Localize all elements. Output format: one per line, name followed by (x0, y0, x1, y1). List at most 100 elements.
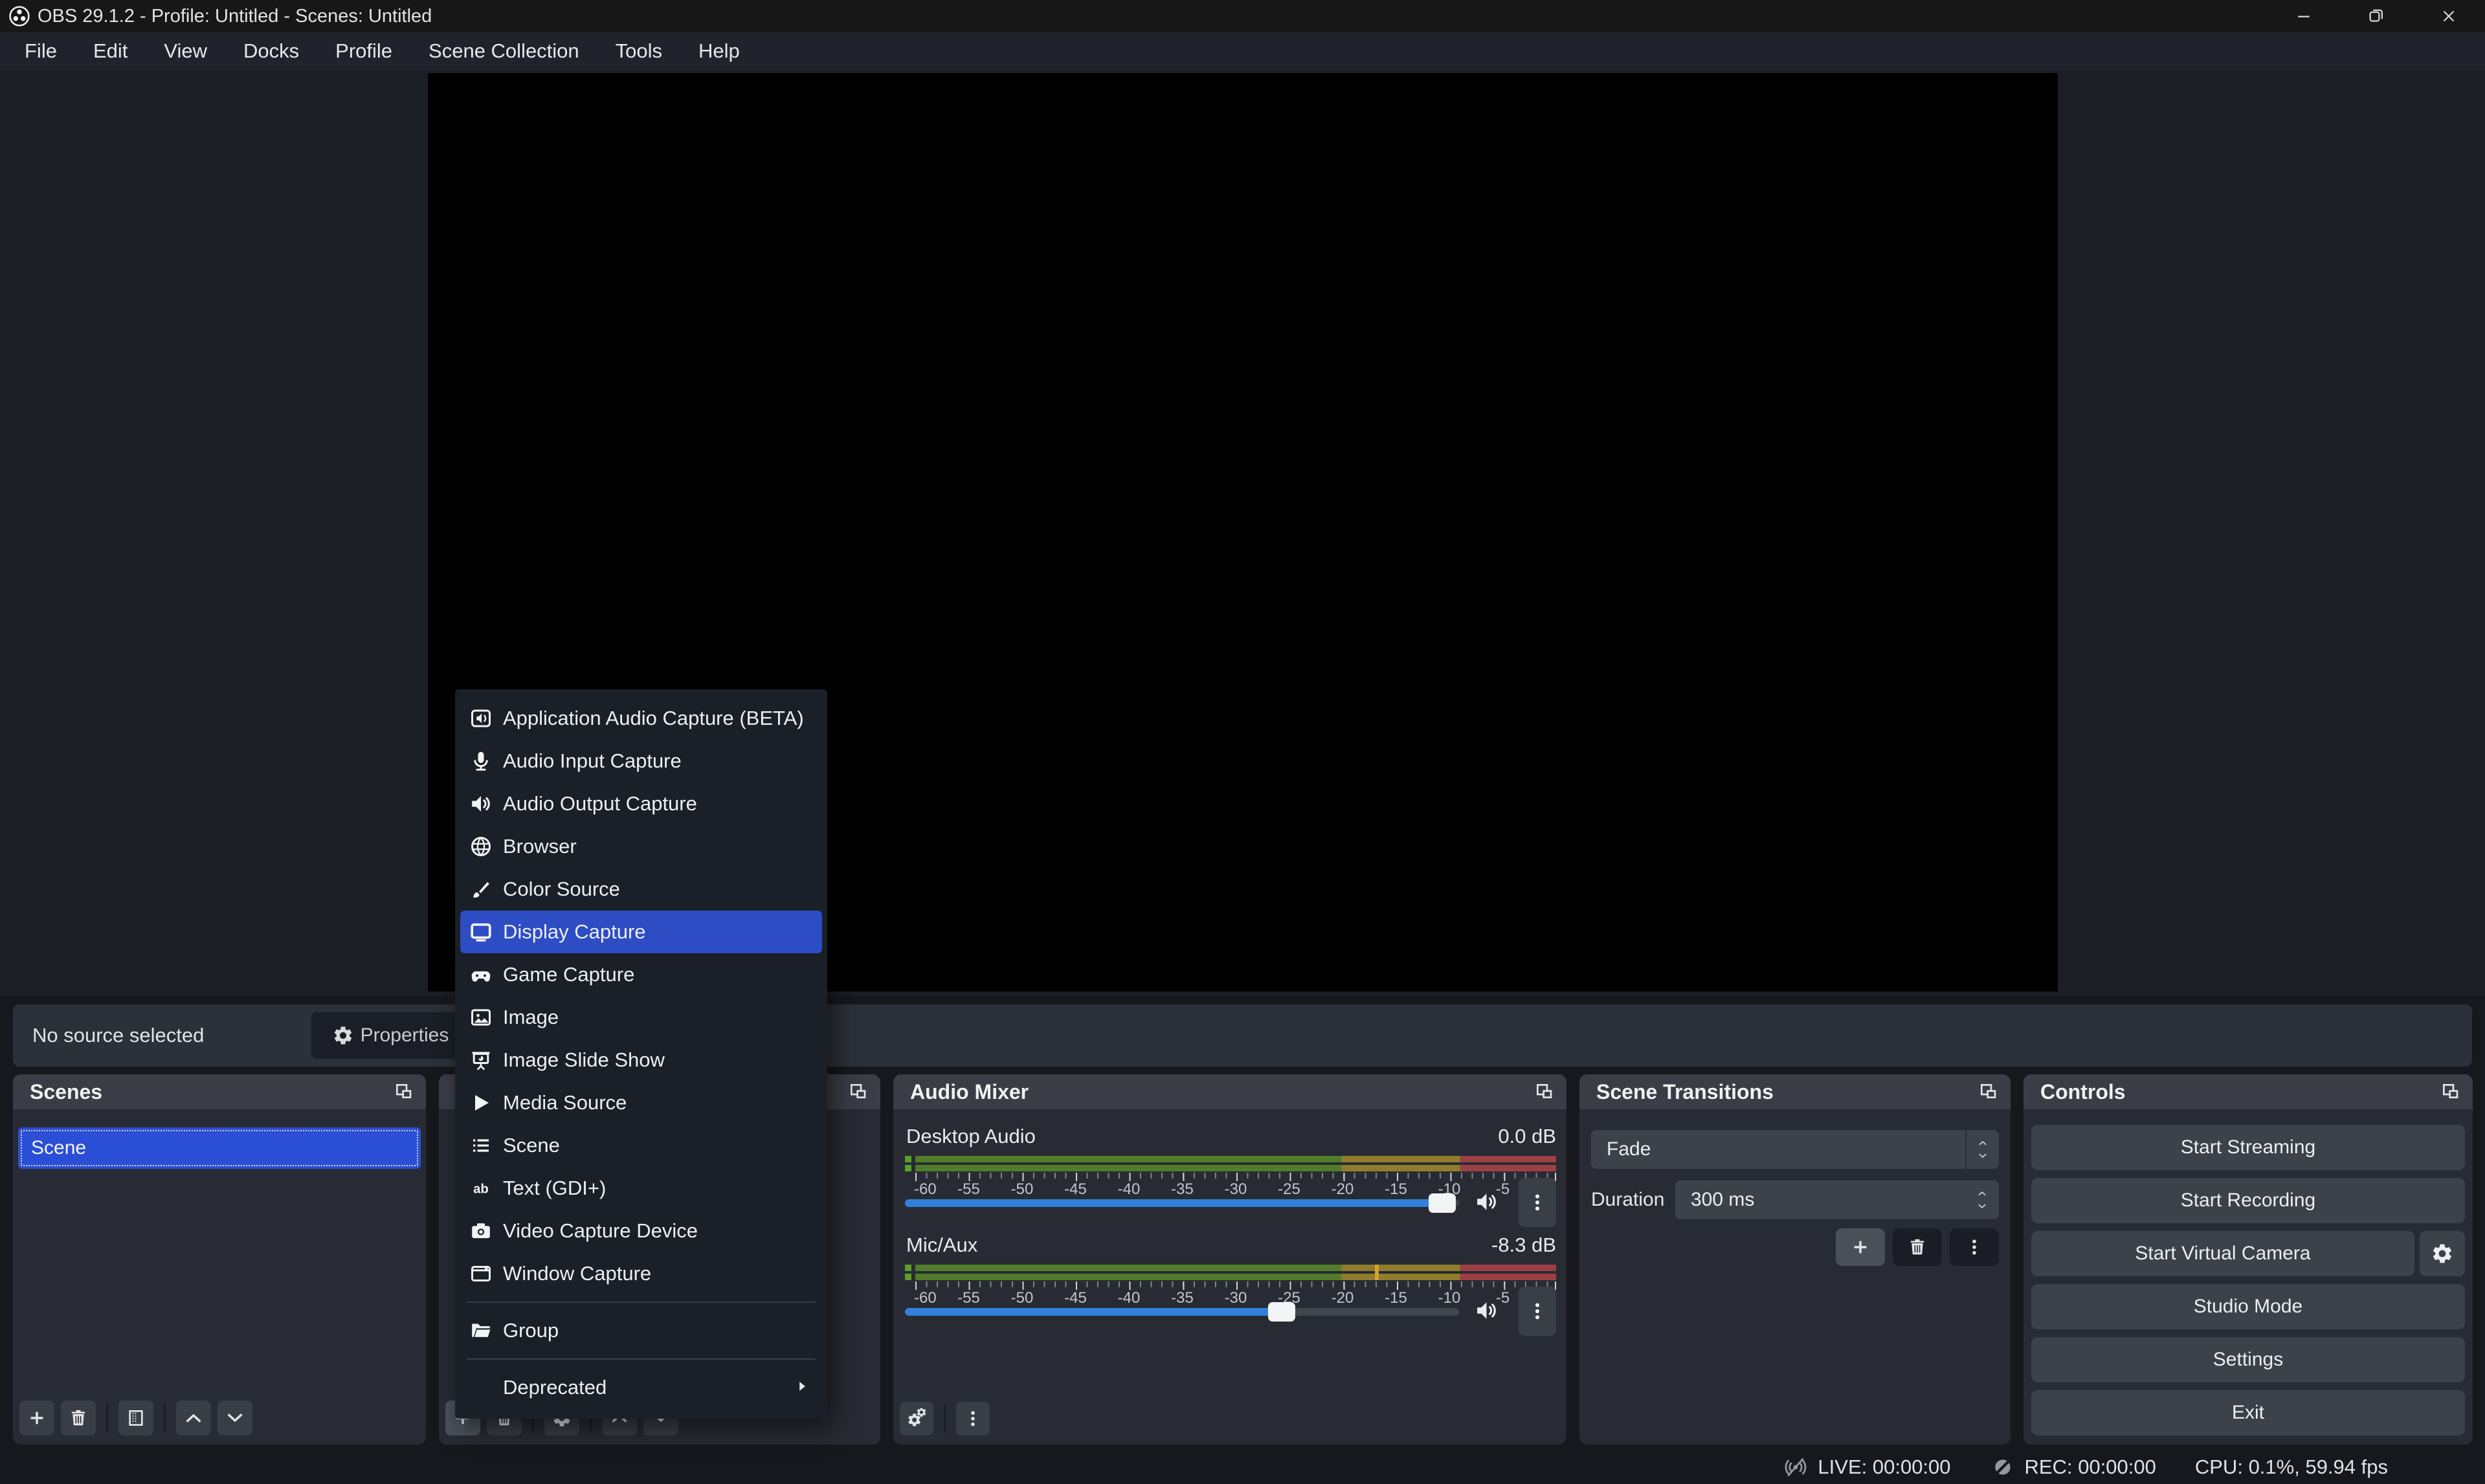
audio-options-button[interactable] (1519, 1287, 1556, 1336)
duration-spin-arrows[interactable] (1965, 1180, 1999, 1219)
menu-item-media-source[interactable]: Media Source (460, 1081, 822, 1124)
remove-button[interactable] (61, 1401, 96, 1435)
menu-item-scene[interactable]: Scene (460, 1124, 822, 1167)
advanced-audio-button[interactable] (900, 1402, 933, 1435)
display-capture-icon (468, 920, 494, 944)
popout-icon[interactable] (1534, 1081, 1555, 1102)
filter-button[interactable] (118, 1401, 153, 1435)
channel-volume-db: -8.3 dB (1491, 1234, 1556, 1257)
controls-row: Start Streaming (2031, 1125, 2465, 1170)
add-button[interactable] (19, 1401, 54, 1435)
db-scale-label: -35 (1171, 1180, 1194, 1199)
menu-item-label: Audio Output Capture (503, 792, 697, 815)
menu-item-label: Image Slide Show (503, 1048, 665, 1072)
db-scale-label: -55 (957, 1289, 980, 1307)
menu-item-audio-input-capture[interactable]: Audio Input Capture (460, 740, 822, 782)
settings-button[interactable]: Settings (2031, 1337, 2465, 1382)
image-icon (468, 1006, 494, 1029)
speaker-icon[interactable] (1473, 1188, 1500, 1215)
controls-row: Studio Mode (2031, 1284, 2465, 1329)
move-up-button[interactable] (176, 1401, 211, 1435)
menu-item-application-audio-capture-beta[interactable]: Application Audio Capture (BETA) (460, 697, 822, 740)
popout-icon[interactable] (394, 1081, 414, 1102)
db-scale-labels: -60-55-50-45-40-35-30-25-20-15-10-50 (915, 1180, 1556, 1200)
scene-list-item[interactable]: Scene (18, 1127, 421, 1169)
audio-options-button[interactable] (1519, 1178, 1556, 1227)
volume-slider-handle[interactable] (1429, 1193, 1456, 1213)
menu-item-browser[interactable]: Browser (460, 825, 822, 868)
menu-item-group[interactable]: Group (460, 1309, 822, 1352)
transitions-toolbar (1836, 1228, 1999, 1266)
menu-item-label: Image (503, 1006, 559, 1029)
popout-icon[interactable] (848, 1081, 869, 1102)
move-down-button[interactable] (217, 1401, 252, 1435)
db-scale-label: -35 (1171, 1289, 1194, 1307)
controls-row: Settings (2031, 1337, 2465, 1382)
duration-spinbox[interactable]: 300 ms (1675, 1180, 1999, 1219)
menu-item-label: Video Capture Device (503, 1219, 698, 1243)
properties-button[interactable]: Properties (311, 1012, 469, 1059)
scene-transitions-header: Scene Transitions (1579, 1074, 2011, 1109)
exit-button[interactable]: Exit (2031, 1390, 2465, 1435)
menu-item-image[interactable]: Image (460, 996, 822, 1039)
mixer-channel-desktop-audio: Desktop Audio 0.0 dB -60-55-50-45-40-35-… (905, 1121, 1556, 1230)
trash-icon (68, 1408, 89, 1428)
volume-slider[interactable] (905, 1199, 1459, 1207)
menu-item-label: Audio Input Capture (503, 749, 682, 773)
menu-item-label: Application Audio Capture (BETA) (503, 707, 804, 730)
window-title: OBS 29.1.2 - Profile: Untitled - Scenes:… (38, 6, 432, 27)
menubar-item-help[interactable]: Help (680, 32, 758, 70)
menu-item-deprecated[interactable]: Deprecated (460, 1366, 822, 1409)
start-virtual-camera-button[interactable]: Start Virtual Camera (2031, 1231, 2414, 1276)
restore-button[interactable] (2340, 0, 2413, 32)
speaker-icon[interactable] (1473, 1297, 1500, 1324)
menubar-item-tools[interactable]: Tools (597, 32, 680, 70)
db-scale-label: -40 (1118, 1289, 1141, 1307)
virtual-camera-settings-button[interactable] (2420, 1231, 2465, 1276)
menubar-item-scene-collection[interactable]: Scene Collection (410, 32, 597, 70)
menu-item-video-capture-device[interactable]: Video Capture Device (460, 1210, 822, 1252)
channel-name: Mic/Aux (906, 1234, 977, 1257)
db-scale-label: -60 (914, 1180, 937, 1199)
volume-meter (905, 1265, 1556, 1280)
game-capture-icon (468, 963, 494, 986)
gear-icon (2431, 1242, 2454, 1265)
menu-item-color-source[interactable]: Color Source (460, 868, 822, 911)
menu-bar: FileEditViewDocksProfileScene Collection… (0, 32, 2485, 70)
studio-mode-button[interactable]: Studio Mode (2031, 1284, 2465, 1329)
minimize-button[interactable] (2268, 0, 2340, 32)
menu-item-text-gdi[interactable]: abText (GDI+) (460, 1167, 822, 1210)
popout-icon[interactable] (1978, 1081, 1999, 1102)
submenu-arrow-icon (794, 1378, 810, 1398)
menu-item-window-capture[interactable]: Window Capture (460, 1252, 822, 1295)
transition-select[interactable]: Fade (1591, 1130, 1999, 1169)
popout-icon[interactable] (2440, 1081, 2461, 1102)
menu-item-display-capture[interactable]: Display Capture (460, 911, 822, 953)
plus-icon (1850, 1237, 1871, 1257)
kebab-icon (1964, 1237, 1985, 1257)
volume-slider[interactable] (905, 1308, 1459, 1316)
window-capture-icon (468, 1262, 494, 1285)
start-recording-button[interactable]: Start Recording (2031, 1178, 2465, 1223)
menubar-item-view[interactable]: View (146, 32, 225, 70)
volume-slider-handle[interactable] (1268, 1302, 1295, 1322)
close-button[interactable] (2413, 0, 2485, 32)
menu-item-game-capture[interactable]: Game Capture (460, 953, 822, 996)
transition-select-arrows[interactable] (1965, 1130, 1999, 1169)
remove-button[interactable] (1893, 1228, 1942, 1266)
video-capture-device-icon (468, 1219, 494, 1243)
rec-status: REC: 00:00:00 (1990, 1454, 2156, 1480)
menubar-item-edit[interactable]: Edit (75, 32, 146, 70)
menu-item-audio-output-capture[interactable]: Audio Output Capture (460, 782, 822, 825)
options-button[interactable] (1950, 1228, 1999, 1266)
chevron-up-icon (183, 1408, 204, 1428)
db-scale-label: -45 (1064, 1180, 1087, 1199)
add-button[interactable] (1836, 1228, 1885, 1266)
filter-icon (126, 1408, 146, 1428)
menubar-item-file[interactable]: File (6, 32, 75, 70)
menu-item-image-slide-show[interactable]: Image Slide Show (460, 1039, 822, 1081)
menubar-item-profile[interactable]: Profile (317, 32, 410, 70)
options-button[interactable] (956, 1402, 990, 1435)
menubar-item-docks[interactable]: Docks (225, 32, 317, 70)
start-streaming-button[interactable]: Start Streaming (2031, 1125, 2465, 1170)
